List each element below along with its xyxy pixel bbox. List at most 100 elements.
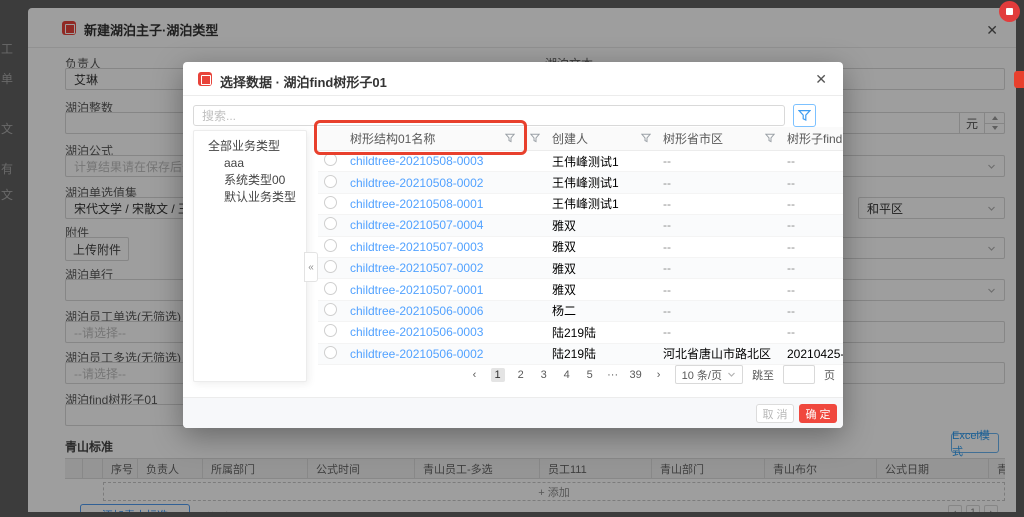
row-radio[interactable] — [324, 303, 337, 316]
jump-suffix: 页 — [824, 367, 835, 383]
radio-cell[interactable] — [318, 217, 344, 233]
radio-cell[interactable] — [318, 346, 344, 362]
filter-button[interactable] — [793, 104, 816, 127]
category-item[interactable]: 默认业务类型 — [194, 189, 306, 206]
row-name-link: childtree-20210507-0004 — [344, 218, 521, 232]
row-bigdata: -- — [781, 304, 843, 318]
column-header-label: 树形省市区 — [663, 130, 723, 147]
radio-cell[interactable] — [318, 324, 344, 340]
row-creator: 雅双 — [546, 260, 657, 277]
row-region: -- — [657, 176, 781, 190]
radio-cell[interactable] — [318, 175, 344, 191]
page-number[interactable]: 39 — [629, 369, 643, 381]
row-region: -- — [657, 240, 781, 254]
row-bigdata: -- — [781, 218, 843, 232]
table-row[interactable]: childtree-20210506-0006杨二---- — [318, 301, 843, 322]
category-item[interactable]: aaa — [194, 155, 306, 172]
row-region: -- — [657, 325, 781, 339]
column-header-label: 创建人 — [552, 130, 588, 147]
row-radio[interactable] — [324, 153, 337, 166]
category-item[interactable]: 系统类型00 — [194, 172, 306, 189]
side-red-tag[interactable] — [1014, 71, 1024, 88]
row-region: -- — [657, 283, 781, 297]
radio-cell[interactable] — [318, 260, 344, 276]
column-header-3[interactable]: 创建人 — [546, 127, 657, 150]
row-region: -- — [657, 261, 781, 275]
row-radio[interactable] — [324, 324, 337, 337]
row-region: 河北省唐山市路北区 — [657, 345, 781, 362]
table-row[interactable]: childtree-20210508-0001王伟峰测试1---- — [318, 194, 843, 215]
jump-page-input[interactable] — [783, 365, 815, 384]
confirm-button[interactable]: 确 定 — [799, 404, 837, 423]
funnel-icon — [798, 109, 811, 122]
funnel-icon[interactable] — [765, 133, 775, 143]
row-bigdata: -- — [781, 197, 843, 211]
chevron-down-icon — [727, 370, 736, 379]
funnel-icon[interactable] — [641, 133, 651, 143]
row-region: -- — [657, 304, 781, 318]
modal-title: 选择数据 · 湖泊find树形子01 — [220, 72, 387, 91]
page-number[interactable]: 4 — [560, 369, 574, 381]
row-name-link: childtree-20210508-0001 — [344, 197, 521, 211]
page-next-button[interactable]: › — [652, 369, 666, 381]
row-name-link: childtree-20210506-0006 — [344, 304, 521, 318]
row-bigdata: -- — [781, 240, 843, 254]
table-row[interactable]: childtree-20210508-0002王伟峰测试1---- — [318, 172, 843, 193]
row-name-link: childtree-20210508-0003 — [344, 154, 521, 168]
column-header-label: 树形子find大 — [787, 130, 843, 147]
row-bigdata: -- — [781, 283, 843, 297]
data-table: 树形结构01名称创建人树形省市区树形子find大childtree-202105… — [318, 127, 843, 365]
radio-cell[interactable] — [318, 196, 344, 212]
row-creator: 陆219陆 — [546, 345, 657, 362]
row-name-link: childtree-20210507-0002 — [344, 261, 521, 275]
row-creator: 王伟峰测试1 — [546, 153, 657, 170]
category-item-root[interactable]: 全部业务类型 — [194, 138, 306, 155]
page-number-active[interactable]: 1 — [491, 368, 505, 382]
radio-cell[interactable] — [318, 153, 344, 169]
collapse-panel-handle[interactable]: « — [304, 252, 318, 282]
radio-cell[interactable] — [318, 282, 344, 298]
row-name-link: childtree-20210507-0001 — [344, 283, 521, 297]
modal-close-icon[interactable]: ✕ — [815, 71, 827, 88]
row-radio[interactable] — [324, 260, 337, 273]
row-radio[interactable] — [324, 346, 337, 359]
row-creator: 雅双 — [546, 238, 657, 255]
table-row[interactable]: childtree-20210507-0001雅双---- — [318, 279, 843, 300]
pagination: ‹ 12345 ··· 39 › 10 条/页跳至 页 — [468, 365, 835, 384]
row-creator: 王伟峰测试1 — [546, 174, 657, 191]
row-name-link: childtree-20210507-0003 — [344, 240, 521, 254]
row-creator: 杨二 — [546, 302, 657, 319]
page-number[interactable]: 2 — [514, 369, 528, 381]
page-size-select[interactable]: 10 条/页 — [675, 365, 743, 384]
floating-badge-icon[interactable] — [999, 1, 1020, 22]
column-header-4[interactable]: 树形省市区 — [657, 127, 781, 150]
row-radio[interactable] — [324, 282, 337, 295]
column-header-5[interactable]: 树形子find大 — [781, 127, 843, 150]
row-name-link: childtree-20210506-0002 — [344, 347, 521, 361]
page-prev-button[interactable]: ‹ — [468, 369, 482, 381]
page-number[interactable]: 5 — [583, 369, 597, 381]
row-bigdata: -- — [781, 154, 843, 168]
table-row[interactable]: childtree-20210506-0003陆219陆---- — [318, 322, 843, 343]
page-number[interactable]: ··· — [606, 369, 620, 381]
funnel-icon[interactable] — [530, 133, 540, 143]
row-bigdata: -- — [781, 325, 843, 339]
row-radio[interactable] — [324, 239, 337, 252]
radio-cell[interactable] — [318, 239, 344, 255]
modal-header: 选择数据 · 湖泊find树形子01 ✕ — [183, 62, 843, 96]
row-radio[interactable] — [324, 175, 337, 188]
row-region: -- — [657, 197, 781, 211]
table-row[interactable]: childtree-20210507-0004雅双---- — [318, 215, 843, 236]
radio-cell[interactable] — [318, 303, 344, 319]
table-row[interactable]: childtree-20210507-0002雅双---- — [318, 258, 843, 279]
table-row[interactable]: childtree-20210506-0002 陆219陆河北省唐山市路北区202… — [318, 344, 843, 365]
annotation-highlight-box — [314, 120, 527, 155]
table-row[interactable]: childtree-20210507-0003雅双---- — [318, 237, 843, 258]
page-number[interactable]: 3 — [537, 369, 551, 381]
jump-label: 跳至 — [752, 367, 774, 383]
cancel-button[interactable]: 取 消 — [756, 404, 794, 423]
row-bigdata: 20210425- — [781, 347, 843, 361]
row-region: -- — [657, 218, 781, 232]
row-radio[interactable] — [324, 217, 337, 230]
row-radio[interactable] — [324, 196, 337, 209]
